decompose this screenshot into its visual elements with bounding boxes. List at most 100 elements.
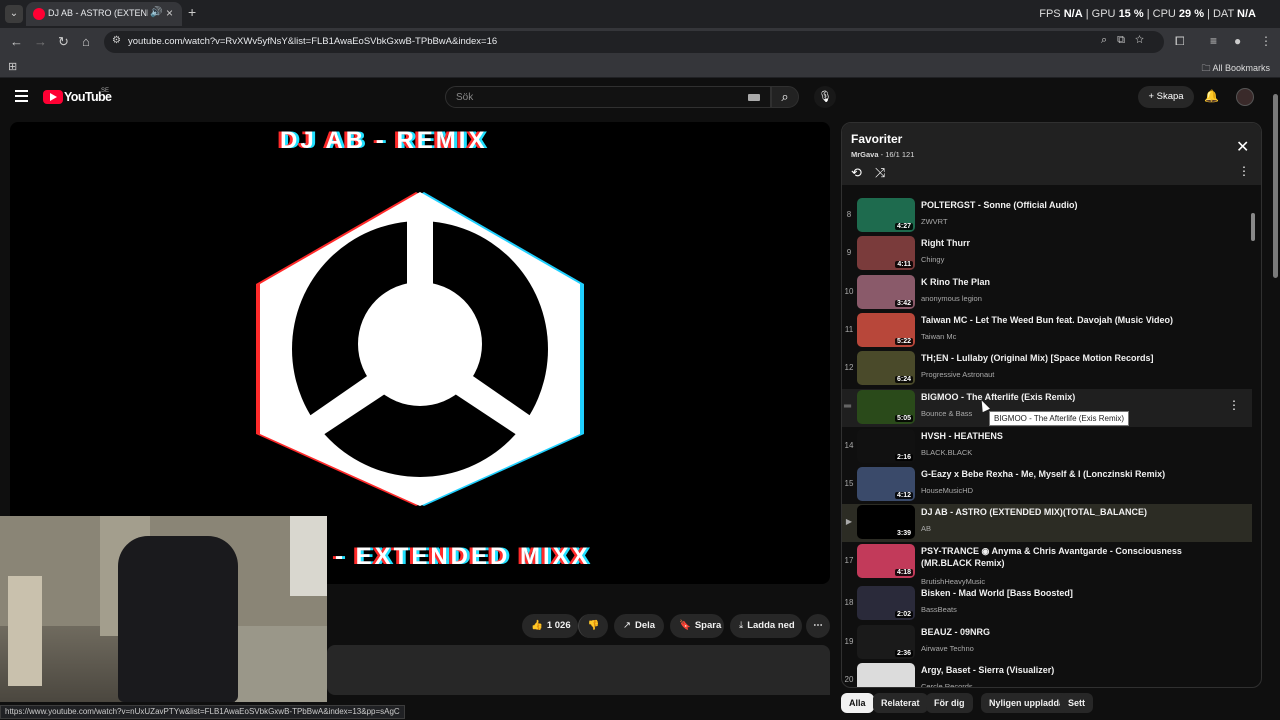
media-controls-icon[interactable]: ≡ xyxy=(1210,34,1217,48)
playlist-item[interactable]: 17 4:18 PSY-TRANCE ◉ Anyma & Chris Avantga… xyxy=(842,543,1252,587)
extensions-icon[interactable]: ⧠ xyxy=(1175,34,1185,49)
omnibox-actions[interactable]: ⌕⧉☆ xyxy=(1101,34,1154,47)
item-thumbnail[interactable]: 5:05 xyxy=(857,390,915,424)
item-channel[interactable]: Chingy xyxy=(921,255,944,264)
item-thumbnail[interactable]: 2:36 xyxy=(857,625,915,659)
playlist-item[interactable]: 8 4:27 POLTERGST - Sonne (Official Audio) Z… xyxy=(842,197,1252,235)
item-title[interactable]: DJ AB - ASTRO (EXTENDED MIX)(TOTAL_BALAN… xyxy=(921,506,1211,518)
playlist-more-icon[interactable]: ⋮ xyxy=(1238,164,1250,178)
item-thumbnail[interactable]: 4:11 xyxy=(857,236,915,270)
video-player[interactable]: DJ AB - REMIX - EXTENDED MIXX xyxy=(10,122,830,584)
item-thumbnail[interactable]: 6:24 xyxy=(857,351,915,385)
chip-1[interactable]: Relaterat xyxy=(873,693,928,713)
search-input[interactable]: Sök xyxy=(445,86,771,108)
playlist-item[interactable]: 14 2:16 HVSH - HEATHENS BLACK.BLACK xyxy=(842,428,1252,466)
item-thumbnail[interactable]: 5:22 xyxy=(857,313,915,347)
profile-icon[interactable]: ● xyxy=(1234,34,1241,48)
item-title[interactable]: TH;EN - Lullaby (Original Mix) [Space Mo… xyxy=(921,352,1211,364)
dislike-button[interactable]: 👎 xyxy=(578,614,608,638)
item-title[interactable]: BEAUZ - 09NRG xyxy=(921,626,1211,638)
audio-playing-icon[interactable]: 🔊 xyxy=(150,7,162,18)
item-more-icon[interactable]: ⋮ xyxy=(1228,398,1240,412)
playlist-item[interactable]: ▶ 3:39 DJ AB - ASTRO (EXTENDED MIX)(TOTAL_… xyxy=(842,504,1252,542)
search-button[interactable]: ⌕ xyxy=(771,86,799,108)
shuffle-icon[interactable]: ⤨ xyxy=(875,165,885,181)
all-bookmarks[interactable]: 🗀 All Bookmarks xyxy=(1201,61,1270,77)
site-info-icon[interactable]: ⚙ xyxy=(112,35,121,46)
playlist-title[interactable]: Favoriter xyxy=(851,132,902,146)
item-thumbnail[interactable]: 3:39 xyxy=(857,505,915,539)
description-box[interactable] xyxy=(327,645,830,695)
item-channel[interactable]: Taiwan Mc xyxy=(921,332,956,341)
item-title[interactable]: Argy, Baset - Sierra (Visualizer) xyxy=(921,664,1211,676)
item-thumbnail[interactable]: 4:18 xyxy=(857,544,915,578)
url-text[interactable]: youtube.com/watch?v=RvXWv5yfNsY&list=FLB… xyxy=(128,36,497,47)
item-thumbnail[interactable]: 2:16 xyxy=(857,429,915,463)
playlist-item[interactable]: 19 2:36 BEAUZ - 09NRG Airwave Techno xyxy=(842,624,1252,662)
voice-search-button[interactable]: 🎙 xyxy=(814,86,836,108)
playlist-item[interactable]: 10 3:42 K Rino The Plan anonymous legion xyxy=(842,274,1252,312)
item-channel[interactable]: Cercle Records xyxy=(921,682,973,687)
tab-search-icon[interactable]: ⌄ xyxy=(5,5,23,23)
playlist-item[interactable]: 9 4:11 Right Thurr Chingy xyxy=(842,235,1252,273)
item-title[interactable]: K Rino The Plan xyxy=(921,276,1211,288)
notifications-bell-icon[interactable]: 🔔 xyxy=(1204,89,1219,103)
item-title[interactable]: Taiwan MC - Let The Weed Bun feat. Davoj… xyxy=(921,314,1211,326)
close-playlist-icon[interactable]: ✕ xyxy=(1236,137,1249,157)
item-title[interactable]: Right Thurr xyxy=(921,237,1211,249)
youtube-logo-icon[interactable] xyxy=(43,90,63,104)
item-channel[interactable]: ZWVRT xyxy=(921,217,948,226)
playlist-item[interactable]: 18 2:02 Bisken - Mad World [Bass Boosted] B… xyxy=(842,585,1252,623)
save-button[interactable]: 🔖 Spara xyxy=(670,614,724,638)
item-thumbnail[interactable]: 4:12 xyxy=(857,467,915,501)
keyboard-icon[interactable] xyxy=(748,94,760,101)
avatar[interactable] xyxy=(1236,88,1254,106)
item-title[interactable]: BIGMOO - The Afterlife (Exis Remix) xyxy=(921,391,1211,403)
playlist-item[interactable]: 12 6:24 TH;EN - Lullaby (Original Mix) [Sp… xyxy=(842,350,1252,388)
item-title[interactable]: POLTERGST - Sonne (Official Audio) xyxy=(921,199,1211,211)
playlist-scrollbar[interactable] xyxy=(1251,185,1257,687)
home-icon[interactable]: ⌂ xyxy=(82,34,90,49)
more-actions-button[interactable]: ⋯ xyxy=(806,614,830,638)
chip-2[interactable]: För dig xyxy=(926,693,973,713)
forward-icon[interactable]: → xyxy=(34,34,47,49)
playlist-item[interactable]: 11 5:22 Taiwan MC - Let The Weed Bun feat.… xyxy=(842,312,1252,350)
page-scrollbar-thumb[interactable] xyxy=(1273,94,1278,278)
playlist-scrollbar-thumb[interactable] xyxy=(1251,213,1255,241)
item-thumbnail[interactable] xyxy=(857,663,915,687)
share-button[interactable]: ↗ Dela xyxy=(614,614,664,638)
page-scrollbar[interactable] xyxy=(1270,80,1280,720)
item-title[interactable]: HVSH - HEATHENS xyxy=(921,430,1211,442)
reload-icon[interactable]: ↻ xyxy=(58,34,69,50)
chip-0[interactable]: Alla xyxy=(841,693,874,713)
playlist-item[interactable]: 15 4:12 G-Eazy x Bebe Rexha - Me, Myself &… xyxy=(842,466,1252,504)
item-title[interactable]: PSY-TRANCE ◉ Anyma & Chris Avantgarde - … xyxy=(921,545,1211,569)
item-title[interactable]: G-Eazy x Bebe Rexha - Me, Myself & I (Lo… xyxy=(921,468,1211,480)
apps-grid-icon[interactable]: ⊞ xyxy=(8,60,17,73)
item-channel[interactable]: anonymous legion xyxy=(921,294,982,303)
item-thumbnail[interactable]: 2:02 xyxy=(857,586,915,620)
playlist-item[interactable]: 20 Argy, Baset - Sierra (Visualizer) Cercl… xyxy=(842,662,1252,687)
address-bar[interactable]: ⚙ youtube.com/watch?v=RvXWv5yfNsY&list=F… xyxy=(104,31,1164,53)
like-button[interactable]: 👍 1 026 xyxy=(522,614,578,638)
chip-4[interactable]: Sett xyxy=(1060,693,1094,713)
item-channel[interactable]: Progressive Astronaut xyxy=(921,370,994,379)
item-thumbnail[interactable]: 4:27 xyxy=(857,198,915,232)
loop-icon[interactable]: ⟲ xyxy=(851,165,862,181)
new-tab-icon[interactable]: + xyxy=(188,4,196,20)
item-channel[interactable]: Airwave Techno xyxy=(921,644,974,653)
item-title[interactable]: Bisken - Mad World [Bass Boosted] xyxy=(921,587,1211,599)
item-channel[interactable]: Bounce & Bass xyxy=(921,409,972,418)
hamburger-menu-icon[interactable] xyxy=(15,90,28,102)
item-channel[interactable]: HouseMusicHD xyxy=(921,486,973,495)
browser-menu-icon[interactable]: ⋮ xyxy=(1260,34,1272,48)
item-channel[interactable]: BLACK.BLACK xyxy=(921,448,972,457)
playlist-owner[interactable]: MrGava xyxy=(851,150,879,159)
close-tab-icon[interactable]: × xyxy=(166,6,173,20)
drag-handle-icon[interactable]: ═ xyxy=(844,401,851,412)
item-channel[interactable]: AB xyxy=(921,524,931,533)
download-button[interactable]: ⤓ Ladda ned xyxy=(730,614,802,638)
item-thumbnail[interactable]: 3:42 xyxy=(857,275,915,309)
item-channel[interactable]: BassBeats xyxy=(921,605,957,614)
browser-tab-active[interactable]: DJ AB - ASTRO (EXTENDED 🔊 × xyxy=(26,2,182,26)
